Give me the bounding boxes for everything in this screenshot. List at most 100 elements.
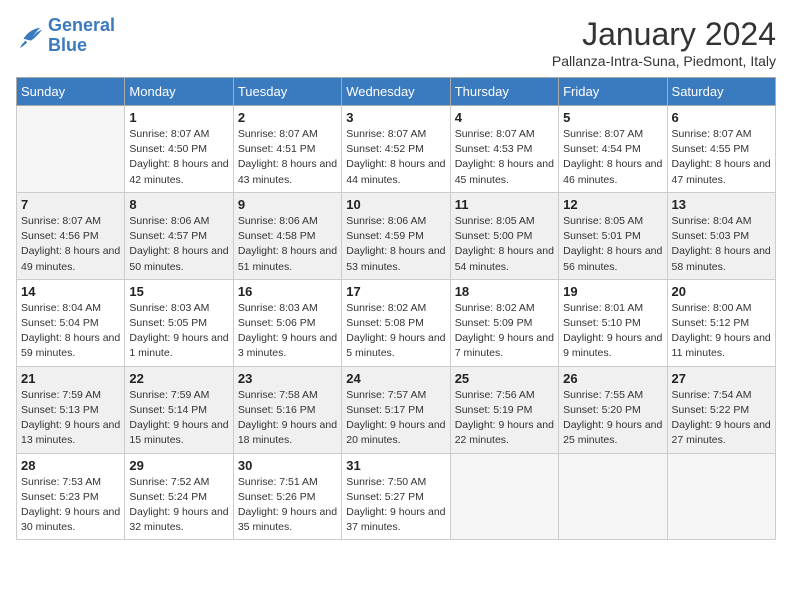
col-wednesday: Wednesday: [342, 78, 450, 106]
day-number: 16: [238, 284, 337, 299]
table-row: 2 Sunrise: 8:07 AM Sunset: 4:51 PM Daylig…: [233, 106, 341, 193]
day-number: 5: [563, 110, 662, 125]
day-info: Sunrise: 8:07 AM Sunset: 4:56 PM Dayligh…: [21, 214, 120, 275]
table-row: 29 Sunrise: 7:52 AM Sunset: 5:24 PM Dayli…: [125, 453, 233, 540]
day-number: 27: [672, 371, 771, 386]
table-row: 31 Sunrise: 7:50 AM Sunset: 5:27 PM Dayli…: [342, 453, 450, 540]
table-row: 1 Sunrise: 8:07 AM Sunset: 4:50 PM Daylig…: [125, 106, 233, 193]
table-row: [667, 453, 775, 540]
table-row: 22 Sunrise: 7:59 AM Sunset: 5:14 PM Dayli…: [125, 366, 233, 453]
day-info: Sunrise: 7:59 AM Sunset: 5:14 PM Dayligh…: [129, 388, 228, 449]
day-info: Sunrise: 7:52 AM Sunset: 5:24 PM Dayligh…: [129, 475, 228, 536]
col-tuesday: Tuesday: [233, 78, 341, 106]
day-number: 15: [129, 284, 228, 299]
day-info: Sunrise: 8:07 AM Sunset: 4:52 PM Dayligh…: [346, 127, 445, 188]
col-sunday: Sunday: [17, 78, 125, 106]
day-number: 31: [346, 458, 445, 473]
table-row: 11 Sunrise: 8:05 AM Sunset: 5:00 PM Dayli…: [450, 192, 558, 279]
day-info: Sunrise: 8:02 AM Sunset: 5:08 PM Dayligh…: [346, 301, 445, 362]
day-info: Sunrise: 8:04 AM Sunset: 5:04 PM Dayligh…: [21, 301, 120, 362]
day-info: Sunrise: 8:07 AM Sunset: 4:55 PM Dayligh…: [672, 127, 771, 188]
logo-icon: [16, 22, 44, 50]
table-row: 9 Sunrise: 8:06 AM Sunset: 4:58 PM Daylig…: [233, 192, 341, 279]
col-friday: Friday: [559, 78, 667, 106]
day-number: 26: [563, 371, 662, 386]
day-info: Sunrise: 7:54 AM Sunset: 5:22 PM Dayligh…: [672, 388, 771, 449]
calendar-week-row: 21Sunrise: 7:59 AM Sunset: 5:13 PM Dayli…: [17, 366, 776, 453]
table-row: 28 Sunrise: 7:53 AM Sunset: 5:23 PM Dayli…: [17, 453, 125, 540]
day-info: Sunrise: 8:05 AM Sunset: 5:01 PM Dayligh…: [563, 214, 662, 275]
day-number: 22: [129, 371, 228, 386]
day-info: Sunrise: 8:04 AM Sunset: 5:03 PM Dayligh…: [672, 214, 771, 275]
day-info: Sunrise: 8:07 AM Sunset: 4:50 PM Dayligh…: [129, 127, 228, 188]
day-number: 2: [238, 110, 337, 125]
day-info: Sunrise: 8:00 AM Sunset: 5:12 PM Dayligh…: [672, 301, 771, 362]
table-row: 12 Sunrise: 8:05 AM Sunset: 5:01 PM Dayli…: [559, 192, 667, 279]
day-number: 28: [21, 458, 120, 473]
table-row: 30 Sunrise: 7:51 AM Sunset: 5:26 PM Dayli…: [233, 453, 341, 540]
day-info: Sunrise: 8:03 AM Sunset: 5:05 PM Dayligh…: [129, 301, 228, 362]
table-row: 4 Sunrise: 8:07 AM Sunset: 4:53 PM Daylig…: [450, 106, 558, 193]
day-info: Sunrise: 8:07 AM Sunset: 4:53 PM Dayligh…: [455, 127, 554, 188]
table-row: 25Sunrise: 7:56 AM Sunset: 5:19 PM Dayli…: [450, 366, 558, 453]
calendar-week-row: 14 Sunrise: 8:04 AM Sunset: 5:04 PM Dayli…: [17, 279, 776, 366]
table-row: 6 Sunrise: 8:07 AM Sunset: 4:55 PM Daylig…: [667, 106, 775, 193]
col-thursday: Thursday: [450, 78, 558, 106]
day-info: Sunrise: 8:05 AM Sunset: 5:00 PM Dayligh…: [455, 214, 554, 275]
day-info: Sunrise: 8:06 AM Sunset: 4:59 PM Dayligh…: [346, 214, 445, 275]
day-number: 4: [455, 110, 554, 125]
day-info: Sunrise: 7:55 AM Sunset: 5:20 PM Dayligh…: [563, 388, 662, 449]
location-subtitle: Pallanza-Intra-Suna, Piedmont, Italy: [552, 53, 776, 69]
table-row: 7 Sunrise: 8:07 AM Sunset: 4:56 PM Daylig…: [17, 192, 125, 279]
day-number: 21: [21, 371, 120, 386]
day-info: Sunrise: 7:56 AM Sunset: 5:19 PM Dayligh…: [455, 388, 554, 449]
day-info: Sunrise: 8:03 AM Sunset: 5:06 PM Dayligh…: [238, 301, 337, 362]
calendar-week-row: 7 Sunrise: 8:07 AM Sunset: 4:56 PM Daylig…: [17, 192, 776, 279]
table-row: 10 Sunrise: 8:06 AM Sunset: 4:59 PM Dayli…: [342, 192, 450, 279]
table-row: 8Sunrise: 8:06 AM Sunset: 4:57 PM Daylig…: [125, 192, 233, 279]
day-number: 6: [672, 110, 771, 125]
day-info: Sunrise: 7:51 AM Sunset: 5:26 PM Dayligh…: [238, 475, 337, 536]
day-info: Sunrise: 8:07 AM Sunset: 4:51 PM Dayligh…: [238, 127, 337, 188]
table-row: 21Sunrise: 7:59 AM Sunset: 5:13 PM Dayli…: [17, 366, 125, 453]
calendar-week-row: 28 Sunrise: 7:53 AM Sunset: 5:23 PM Dayli…: [17, 453, 776, 540]
day-number: 29: [129, 458, 228, 473]
calendar-table: Sunday Monday Tuesday Wednesday Thursday…: [16, 77, 776, 540]
table-row: 20 Sunrise: 8:00 AM Sunset: 5:12 PM Dayli…: [667, 279, 775, 366]
table-row: 17 Sunrise: 8:02 AM Sunset: 5:08 PM Dayli…: [342, 279, 450, 366]
day-info: Sunrise: 7:57 AM Sunset: 5:17 PM Dayligh…: [346, 388, 445, 449]
day-number: 23: [238, 371, 337, 386]
calendar-week-row: 1 Sunrise: 8:07 AM Sunset: 4:50 PM Daylig…: [17, 106, 776, 193]
month-title: January 2024: [552, 16, 776, 53]
day-number: 30: [238, 458, 337, 473]
day-info: Sunrise: 8:06 AM Sunset: 4:58 PM Dayligh…: [238, 214, 337, 275]
day-number: 12: [563, 197, 662, 212]
table-row: [450, 453, 558, 540]
table-row: [17, 106, 125, 193]
table-row: 24 Sunrise: 7:57 AM Sunset: 5:17 PM Dayli…: [342, 366, 450, 453]
col-saturday: Saturday: [667, 78, 775, 106]
day-number: 14: [21, 284, 120, 299]
table-row: 13 Sunrise: 8:04 AM Sunset: 5:03 PM Dayli…: [667, 192, 775, 279]
table-row: 26 Sunrise: 7:55 AM Sunset: 5:20 PM Dayli…: [559, 366, 667, 453]
day-number: 8: [129, 197, 228, 212]
day-number: 7: [21, 197, 120, 212]
day-number: 1: [129, 110, 228, 125]
logo-text: GeneralBlue: [48, 16, 115, 56]
day-number: 11: [455, 197, 554, 212]
day-number: 13: [672, 197, 771, 212]
day-number: 10: [346, 197, 445, 212]
day-info: Sunrise: 7:53 AM Sunset: 5:23 PM Dayligh…: [21, 475, 120, 536]
day-number: 17: [346, 284, 445, 299]
logo: GeneralBlue: [16, 16, 115, 56]
day-number: 24: [346, 371, 445, 386]
day-info: Sunrise: 8:07 AM Sunset: 4:54 PM Dayligh…: [563, 127, 662, 188]
day-number: 3: [346, 110, 445, 125]
table-row: 5 Sunrise: 8:07 AM Sunset: 4:54 PM Daylig…: [559, 106, 667, 193]
table-row: [559, 453, 667, 540]
day-number: 19: [563, 284, 662, 299]
day-number: 9: [238, 197, 337, 212]
day-info: Sunrise: 7:50 AM Sunset: 5:27 PM Dayligh…: [346, 475, 445, 536]
day-number: 20: [672, 284, 771, 299]
day-number: 18: [455, 284, 554, 299]
